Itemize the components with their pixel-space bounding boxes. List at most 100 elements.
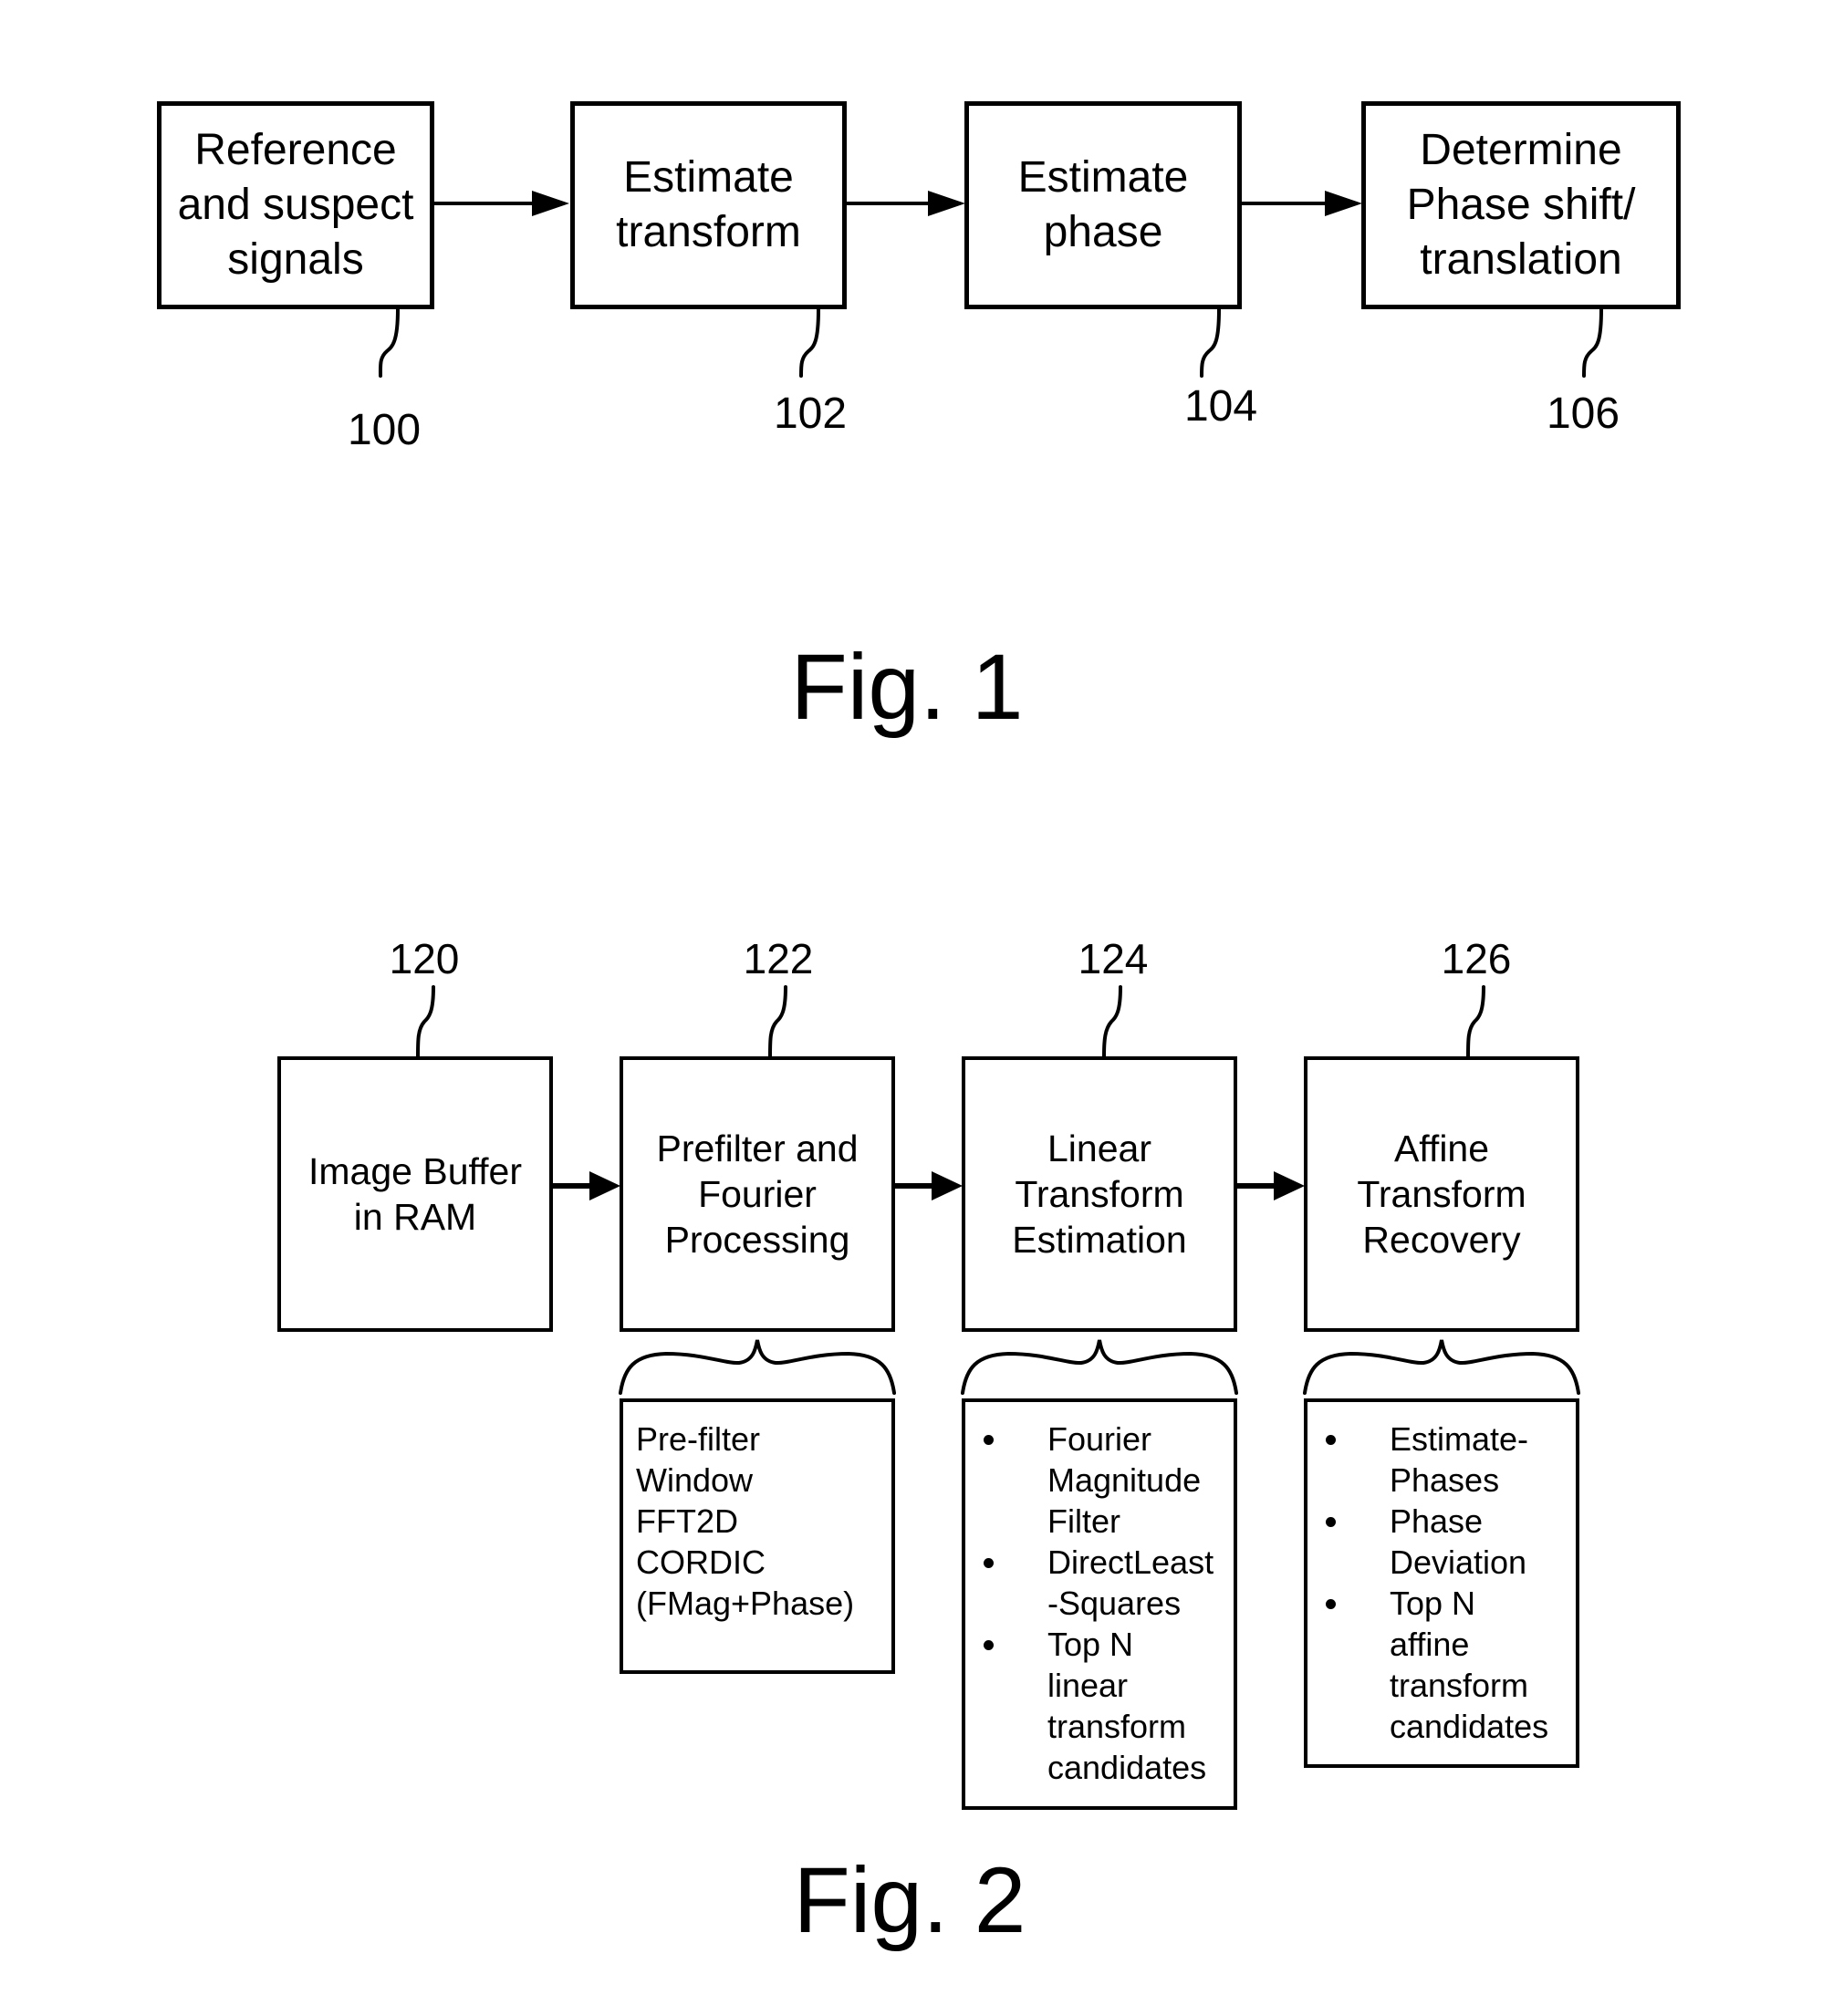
detail-list: Fourier Magnitude Filter DirectLeast -Sq… (984, 1418, 1230, 1788)
block-text-line: Transform (1015, 1173, 1184, 1215)
detail-line: candidates (1390, 1708, 1549, 1745)
brace-122 (619, 1339, 896, 1395)
detail-line-wrap: Filter (984, 1501, 1230, 1542)
detail-line: Deviation (1390, 1543, 1527, 1581)
leader-line-126 (1466, 985, 1485, 1058)
ref-label-100: 100 (347, 406, 422, 454)
leader-line-120 (416, 985, 435, 1058)
block-text-line: in RAM (353, 1196, 477, 1238)
block-image-buffer: Image Buffer in RAM (277, 1056, 553, 1332)
block-text-line: Reference (194, 126, 397, 174)
detail-box-affine: Estimate- Phases Phase Deviation Top N a… (1304, 1398, 1579, 1768)
figure-caption-1: Fig. 1 (790, 635, 1024, 739)
detail-line: Window (636, 1461, 754, 1499)
block-determine-phase-shift: Determine Phase shift/ translation (1361, 101, 1681, 309)
arrowhead-icon (928, 191, 965, 216)
detail-line: CORDIC (636, 1543, 766, 1581)
detail-bullet-item: Top N affine transform candidates (1326, 1583, 1572, 1747)
detail-line-wrap: Top N (1326, 1583, 1572, 1624)
leader-line-104 (1200, 307, 1221, 378)
block-text-line: phase (1043, 208, 1163, 256)
detail-line-wrap: transform (1326, 1665, 1572, 1706)
detail-box-linear: Fourier Magnitude Filter DirectLeast -Sq… (962, 1398, 1237, 1810)
detail-line-wrap: candidates (1326, 1706, 1572, 1747)
block-text-line: Estimate (623, 153, 794, 202)
detail-line-wrap: Magnitude (984, 1460, 1230, 1501)
detail-line: DirectLeast (1047, 1543, 1214, 1581)
detail-line-wrap: affine (1326, 1624, 1572, 1665)
arrowhead-icon (1274, 1171, 1305, 1200)
ref-label-106: 106 (1546, 390, 1620, 438)
detail-line-wrap: candidates (984, 1747, 1230, 1788)
detail-line-wrap: Phases (1326, 1460, 1572, 1501)
detail-line-wrap: linear (984, 1665, 1230, 1706)
detail-line: affine (1390, 1626, 1470, 1663)
leader-line-122 (768, 985, 787, 1058)
arrowhead-icon (532, 191, 569, 216)
detail-line: Estimate- (1390, 1420, 1529, 1458)
detail-line-wrap: DirectLeast (984, 1542, 1230, 1583)
detail-list: Estimate- Phases Phase Deviation Top N a… (1326, 1418, 1572, 1747)
ref-label-120: 120 (389, 935, 460, 982)
bullet-icon (1326, 1599, 1336, 1609)
block-text-line: transform (616, 208, 801, 256)
detail-line: Filter (1047, 1502, 1120, 1540)
detail-box-prefilter: Pre-filter Window FFT2D CORDIC (FMag+Pha… (620, 1398, 895, 1674)
brace-124 (961, 1339, 1238, 1395)
bullet-icon (1326, 1517, 1336, 1527)
block-text-line: translation (1420, 235, 1622, 284)
leader-line-124 (1102, 985, 1122, 1058)
detail-line: Phases (1390, 1461, 1500, 1499)
ref-label-104: 104 (1183, 382, 1258, 431)
detail-line-wrap: Top N (984, 1624, 1230, 1665)
block-text-line: Affine (1393, 1128, 1490, 1169)
detail-line-wrap: Fourier (984, 1418, 1230, 1460)
brace-126 (1303, 1339, 1580, 1395)
block-text-line: Determine (1420, 126, 1622, 174)
arrowhead-icon (932, 1171, 963, 1200)
detail-line: candidates (1047, 1749, 1207, 1786)
detail-line-wrap: Estimate- (1326, 1418, 1572, 1460)
detail-bullet-item: DirectLeast -Squares (984, 1542, 1230, 1624)
detail-line: Magnitude (1047, 1461, 1202, 1499)
detail-bullet-item: Estimate- Phases (1326, 1418, 1572, 1501)
block-text-line: Phase shift/ (1406, 181, 1636, 229)
detail-bullet-item: Phase Deviation (1326, 1501, 1572, 1583)
block-text-line: Image Buffer (308, 1150, 522, 1192)
block-text-line: Prefilter and (656, 1128, 859, 1169)
block-text-line: Transform (1357, 1173, 1526, 1215)
block-estimate-transform: Estimate transform (570, 101, 847, 309)
detail-line: Top N (1047, 1626, 1134, 1663)
detail-line: Pre-filter (636, 1420, 761, 1458)
bullet-icon (984, 1558, 994, 1568)
detail-line: Phase (1390, 1502, 1484, 1540)
block-text-line: Linear (1047, 1128, 1151, 1169)
leader-line-102 (799, 307, 820, 378)
ref-label-102: 102 (773, 390, 848, 438)
ref-label-124: 124 (1078, 935, 1149, 982)
leader-line-100 (378, 307, 400, 378)
detail-line: Top N (1390, 1585, 1476, 1622)
block-linear-transform: Linear Transform Estimation (962, 1056, 1237, 1332)
figure-caption-2: Fig. 2 (793, 1848, 1026, 1952)
leader-line-106 (1582, 307, 1603, 378)
detail-bullet-item: Top N linear transform candidates (984, 1624, 1230, 1788)
detail-line: (FMag+Phase) (636, 1585, 855, 1622)
block-text-line: Estimation (1012, 1219, 1187, 1261)
detail-bullet-item: Fourier Magnitude Filter (984, 1418, 1230, 1542)
ref-label-122: 122 (743, 935, 814, 982)
block-text-line: Estimate (1017, 153, 1189, 202)
detail-line: transform (1047, 1708, 1187, 1745)
detail-line: FFT2D (636, 1502, 738, 1540)
detail-line-wrap: transform (984, 1706, 1230, 1747)
block-estimate-phase: Estimate phase (964, 101, 1242, 309)
bullet-icon (984, 1640, 994, 1650)
block-text-line: Fourier (698, 1173, 817, 1215)
detail-line: linear (1047, 1667, 1129, 1704)
detail-line-wrap: Phase (1326, 1501, 1572, 1542)
bullet-icon (984, 1435, 994, 1445)
ref-label-126: 126 (1441, 935, 1512, 982)
block-text-line: and suspect (177, 181, 414, 229)
block-reference-signals: Reference and suspect signals (157, 101, 434, 309)
detail-line: -Squares (1047, 1585, 1182, 1622)
